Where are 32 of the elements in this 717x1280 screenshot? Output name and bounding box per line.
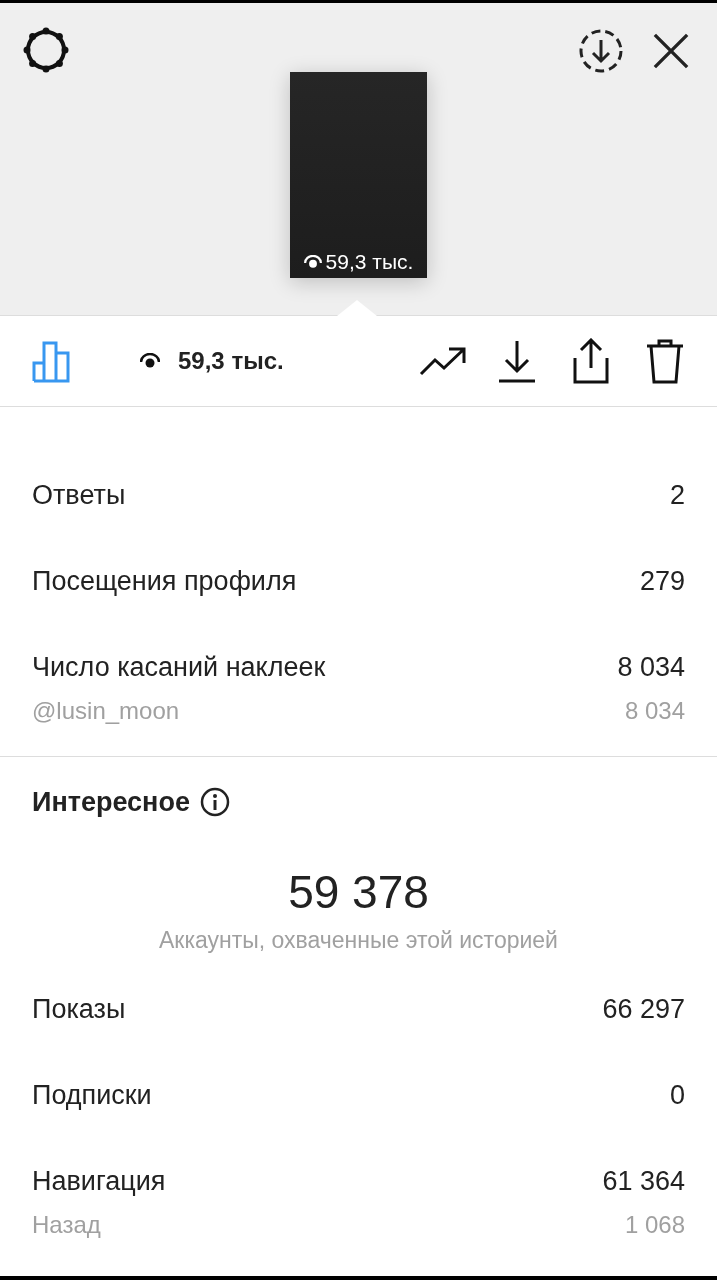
metric-value: 0 [669,1079,685,1111]
save-icon[interactable] [578,28,624,74]
metric-label: Число касаний наклеек [32,651,326,683]
close-icon[interactable] [652,32,690,70]
reach-caption: Аккаунты, охваченные этой историей [158,927,559,954]
story-thumbnail[interactable]: 59,3 тыс. [290,72,427,278]
metric-value: 2 [669,479,685,511]
metric-label: @lusin_moon [32,697,180,725]
trend-icon[interactable] [419,346,467,376]
metric-value: 66 297 [602,993,685,1025]
metric-label: Назад [32,1211,101,1239]
metric-value: 61 364 [602,1165,685,1197]
view-count: 59,3 тыс. [178,347,284,375]
metric-label: Ответы [32,479,126,511]
section-title: Интересное [32,786,190,818]
download-icon[interactable] [497,339,537,383]
eye-icon [303,255,322,269]
metric-label: Подписки [32,1079,152,1111]
settings-icon[interactable] [22,26,70,74]
metric-label: Показы [32,993,126,1025]
metric-label: Посещения профиля [32,565,297,597]
trash-icon[interactable] [645,338,685,384]
metric-value: 8 034 [624,697,685,725]
metric-label: Навигация [32,1165,166,1197]
share-icon[interactable] [571,338,611,384]
metric-value: 8 034 [617,651,685,683]
info-icon[interactable] [199,787,230,817]
metric-value: 1 068 [624,1211,685,1239]
metric-value: 279 [639,565,685,597]
view-count: 59,3 тыс. [325,250,414,274]
eye-icon [140,353,160,369]
reach-count: 59 378 [287,865,430,919]
